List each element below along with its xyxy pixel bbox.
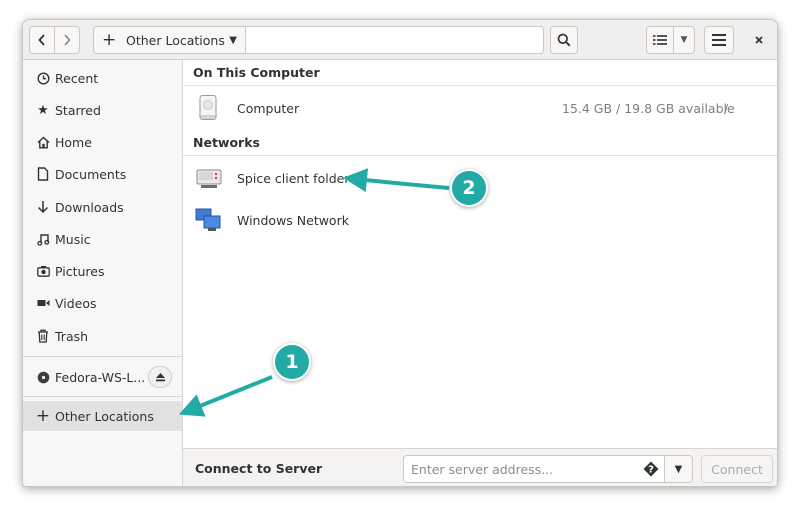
eject-button[interactable] <box>148 366 172 388</box>
pathbar-empty-area[interactable] <box>246 27 543 53</box>
pathbar-label: Other Locations <box>126 32 225 48</box>
sidebar-item-recent[interactable]: Recent <box>23 63 182 93</box>
sidebar-separator <box>23 396 182 397</box>
location-row-computer[interactable]: Computer 15.4 GB / 19.8 GB available / <box>183 90 777 126</box>
sidebar-item-label: Starred <box>55 102 101 118</box>
sidebar-item-documents[interactable]: Documents <box>23 159 182 189</box>
document-icon <box>35 167 51 181</box>
section-heading-networks: Networks <box>183 130 777 156</box>
plus-icon: + <box>102 29 117 50</box>
search-icon <box>557 33 571 47</box>
sidebar-item-label: Downloads <box>55 199 124 215</box>
sidebar-item-label: Recent <box>55 70 99 86</box>
home-icon <box>35 136 51 149</box>
sidebar: Recent ★ Starred Home Documents Download… <box>23 60 183 486</box>
location-label: Computer <box>237 100 300 116</box>
pathbar-other-locations-button[interactable]: + Other Locations ▼ <box>94 27 246 53</box>
download-icon <box>35 200 51 214</box>
sidebar-item-label: Pictures <box>55 263 105 279</box>
hamburger-menu-icon <box>712 34 726 46</box>
back-button[interactable] <box>29 26 55 54</box>
sidebar-item-trash[interactable]: Trash <box>23 321 182 351</box>
sidebar-item-pictures[interactable]: Pictures <box>23 256 182 286</box>
file-manager-window: + Other Locations ▼ ▼ Recent ★ Starred H… <box>22 19 778 487</box>
video-icon <box>35 298 51 308</box>
sidebar-item-label: Home <box>55 134 92 150</box>
sidebar-item-label: Documents <box>55 166 127 182</box>
music-icon <box>35 233 51 246</box>
sidebar-item-label: Fedora-WS-L... <box>55 369 146 385</box>
location-row-windows-network[interactable]: Windows Network <box>183 202 777 238</box>
location-label: Windows Network <box>237 212 349 228</box>
view-options-dropdown[interactable]: ▼ <box>673 26 695 54</box>
sidebar-item-label: Trash <box>55 328 89 344</box>
recent-servers-dropdown[interactable]: ▼ <box>665 455 693 483</box>
plus-icon: + <box>35 406 51 426</box>
disc-icon <box>35 371 51 384</box>
connect-button[interactable]: Connect <box>701 455 773 483</box>
free-space-text: 15.4 GB / 19.8 GB available <box>562 100 735 116</box>
close-icon <box>755 36 763 44</box>
close-button[interactable] <box>747 26 771 54</box>
help-icon[interactable]: ? <box>643 461 659 477</box>
sidebar-item-starred[interactable]: ★ Starred <box>23 95 182 125</box>
callout-badge-1: 1 <box>273 343 311 381</box>
svg-text:?: ? <box>648 465 654 476</box>
sidebar-item-label: Videos <box>55 295 97 311</box>
main-content: On This Computer Computer 15.4 GB / 19.8… <box>183 60 777 486</box>
sidebar-item-label: Other Locations <box>55 408 154 424</box>
clock-icon <box>35 71 51 85</box>
mount-path-text: / <box>724 100 729 116</box>
sidebar-item-downloads[interactable]: Downloads <box>23 192 182 222</box>
eject-icon <box>155 373 165 382</box>
header-bar: + Other Locations ▼ ▼ <box>23 20 777 60</box>
chevron-down-icon: ▼ <box>674 463 683 475</box>
view-toggle-button[interactable] <box>646 26 674 54</box>
connect-to-server-bar: Connect to Server ? ▼ Connect <box>183 448 777 486</box>
chevron-left-icon <box>38 34 45 46</box>
sidebar-item-label: Music <box>55 231 91 247</box>
sidebar-item-other-locations[interactable]: + Other Locations <box>23 401 182 431</box>
server-address-input[interactable] <box>403 455 665 483</box>
network-workgroup-icon <box>195 206 223 234</box>
sidebar-item-device[interactable]: Fedora-WS-L... <box>23 362 182 392</box>
list-view-icon <box>653 35 667 45</box>
chevron-right-icon <box>64 34 71 46</box>
drive-harddisk-icon <box>195 94 223 122</box>
forward-button[interactable] <box>54 26 80 54</box>
sidebar-item-music[interactable]: Music <box>23 224 182 254</box>
search-button[interactable] <box>550 26 578 54</box>
connect-to-server-label: Connect to Server <box>195 461 323 476</box>
location-label: Spice client folder <box>237 170 350 186</box>
main-menu-button[interactable] <box>704 26 734 54</box>
camera-icon <box>35 265 51 277</box>
star-icon: ★ <box>37 102 49 118</box>
chevron-down-icon: ▼ <box>680 35 688 45</box>
sidebar-item-home[interactable]: Home <box>23 127 182 157</box>
section-heading-on-this-computer: On This Computer <box>183 60 777 86</box>
sidebar-separator <box>23 356 182 357</box>
dropdown-arrow-icon: ▼ <box>229 34 237 46</box>
sidebar-item-videos[interactable]: Videos <box>23 288 182 318</box>
location-pathbar: + Other Locations ▼ <box>93 26 544 54</box>
network-server-icon <box>195 164 223 192</box>
callout-badge-2: 2 <box>450 169 488 207</box>
trash-icon <box>35 329 51 343</box>
